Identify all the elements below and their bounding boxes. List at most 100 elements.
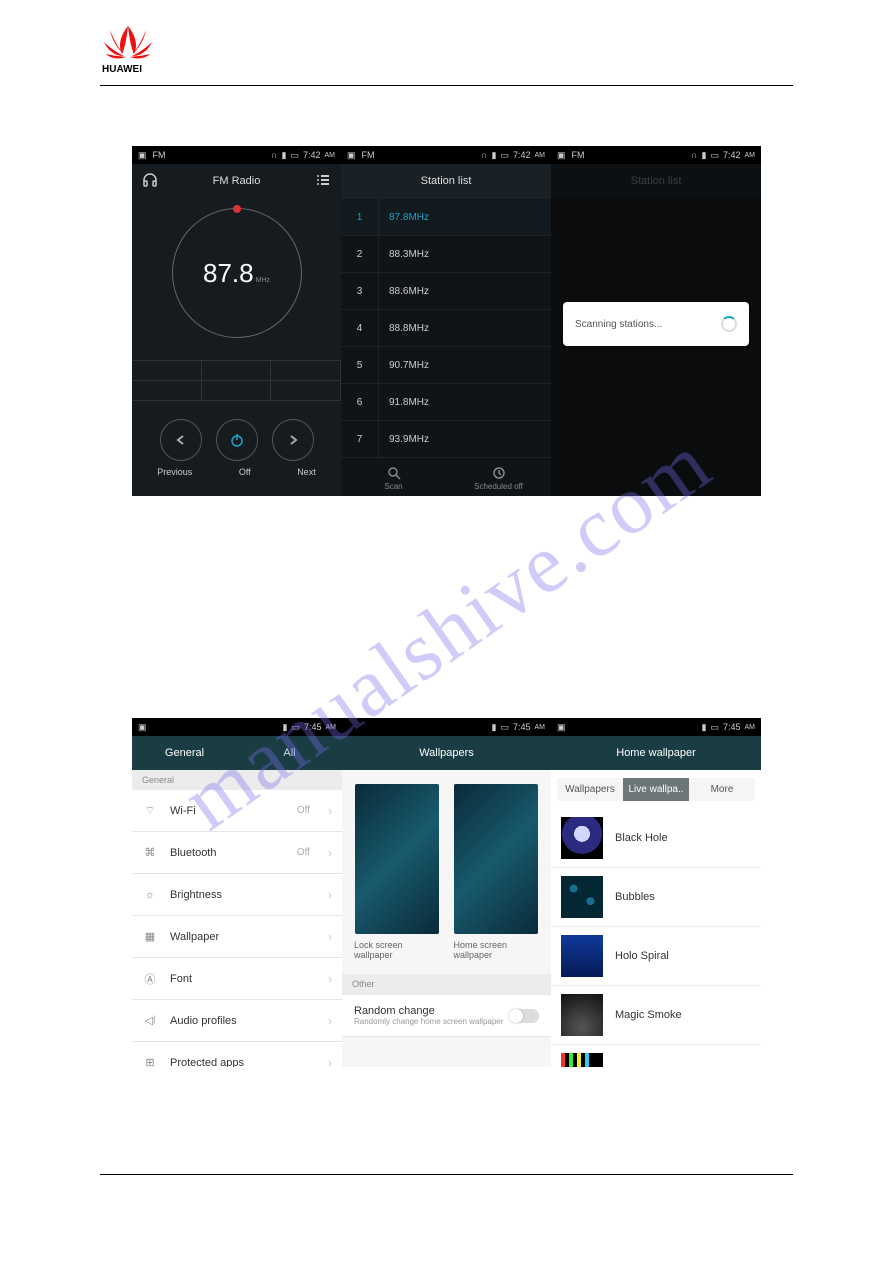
tab-general[interactable]: General [132, 736, 237, 770]
signal-icon: ▮ [492, 150, 497, 161]
spinner-icon [721, 316, 737, 332]
status-bar: ▣FM ∩▮▭7:42AM [551, 146, 761, 164]
signal-icon: ▮ [702, 722, 707, 733]
wallpaper-item-bubbles[interactable]: Bubbles [551, 868, 761, 927]
section-general: General [132, 770, 342, 790]
battery-icon: ▭ [291, 722, 300, 733]
station-row[interactable]: 488.8MHz [341, 309, 551, 346]
wallpaper-item-magic-smoke[interactable]: Magic Smoke [551, 986, 761, 1045]
bluetooth-icon: ⌘ [142, 846, 158, 859]
wallpaper-thumb [355, 784, 439, 934]
station-list-title-dim: Station list [551, 164, 761, 198]
toggle-switch[interactable] [509, 1009, 539, 1023]
station-row[interactable]: 590.7MHz [341, 346, 551, 383]
wallpaper-thumb [561, 876, 603, 918]
station-row[interactable]: 187.8MHz [341, 198, 551, 235]
scanning-message: Scanning stations... [575, 319, 662, 330]
power-button[interactable] [216, 419, 258, 461]
status-bar: ▣FM ∩▮▭7:42AM [132, 146, 341, 164]
chevron-right-icon: › [328, 888, 332, 902]
scanning-screenshot: ▣FM ∩▮▭7:42AM Station list Scanning stat… [551, 146, 761, 496]
speaker-icon: ◁⦚ [142, 1014, 158, 1028]
status-time: 7:42 [513, 150, 531, 160]
settings-screenshot: ▣ ▮▭7:45AM General All General ⌔Wi-FiOff… [132, 718, 342, 1067]
wallpaper-thumb [454, 784, 538, 934]
dial-indicator [233, 205, 241, 213]
off-label: Off [239, 467, 251, 477]
wallpaper-item-holo-spiral[interactable]: Holo Spiral [551, 927, 761, 986]
previous-label: Previous [157, 467, 192, 477]
settings-item-protected-apps[interactable]: ⊞Protected apps› [132, 1042, 342, 1067]
status-fm-label: FM [362, 150, 375, 160]
section-other: Other [342, 974, 551, 994]
settings-item-bluetooth[interactable]: ⌘BluetoothOff› [132, 832, 342, 874]
station-row[interactable]: 288.3MHz [341, 235, 551, 272]
lock-screen-wallpaper[interactable]: Lock screen wallpaper [354, 784, 440, 960]
battery-icon: ▭ [500, 722, 509, 733]
next-button[interactable] [272, 419, 314, 461]
menu-icon[interactable] [315, 172, 331, 191]
home-wallpaper-title: Home wallpaper [551, 736, 761, 770]
status-time: 7:42 [303, 150, 321, 160]
fm-dial[interactable]: 87.8MHz [172, 208, 302, 338]
status-time: 7:45 [513, 722, 531, 732]
status-bar: ▮▭ 7:45 AM [342, 718, 551, 736]
station-row[interactable]: 793.9MHz [341, 420, 551, 457]
signal-icon: ▮ [702, 150, 707, 161]
settings-item-wallpaper[interactable]: ▦Wallpaper› [132, 916, 342, 958]
brightness-icon: ☼ [142, 889, 158, 901]
home-wallpaper-screenshot: ▣ ▮▭7:45AM Home wallpaper Wallpapers Liv… [551, 718, 761, 1067]
fm-frequency: 87.8 [203, 258, 254, 288]
edit-icon: ▣ [557, 722, 566, 733]
edit-icon: ▣ [138, 722, 147, 733]
home-screen-wallpaper[interactable]: Home screen wallpaper [454, 784, 540, 960]
settings-item-brightness[interactable]: ☼Brightness› [132, 874, 342, 916]
chevron-right-icon: › [328, 1014, 332, 1028]
random-change-row[interactable]: Random change Randomly change home scree… [342, 994, 551, 1037]
signal-icon: ▮ [492, 722, 497, 733]
battery-icon: ▭ [290, 150, 299, 161]
wallpapers-screenshot: ▮▭7:45AM Wallpapers Lock screen wallpape… [342, 718, 551, 1067]
battery-icon: ▭ [710, 722, 719, 733]
chevron-right-icon: › [328, 930, 332, 944]
headphones-icon [142, 172, 158, 191]
wallpaper-item-black-hole[interactable]: Black Hole [551, 809, 761, 868]
station-row[interactable]: 691.8MHz [341, 383, 551, 420]
station-row[interactable]: 388.6MHz [341, 272, 551, 309]
status-ampm: AM [535, 724, 546, 731]
tab-wallpapers[interactable]: Wallpapers [557, 778, 623, 801]
wallpaper-thumb [561, 817, 603, 859]
headphones-icon: ∩ [691, 150, 697, 160]
scan-button[interactable]: Scan [341, 458, 446, 496]
tab-all[interactable]: All [237, 736, 342, 770]
status-ampm: AM [535, 152, 546, 159]
settings-item-font[interactable]: ⒶFont› [132, 958, 342, 1000]
apps-icon: ⊞ [142, 1056, 158, 1067]
fm-radio-screenshot: ▣FM ∩▮▭7:42AM FM Radio 87.8MHz [132, 146, 341, 496]
status-ampm: AM [326, 724, 337, 731]
header-rule [100, 85, 793, 86]
fm-title: FM Radio [213, 175, 261, 187]
status-fm-label: FM [572, 150, 585, 160]
fm-presets[interactable] [132, 360, 341, 401]
scheduled-off-button[interactable]: Scheduled off [446, 458, 551, 496]
wallpaper-thumb [561, 935, 603, 977]
headphones-icon: ∩ [481, 150, 487, 160]
chevron-right-icon: › [328, 1056, 332, 1068]
scanning-dialog: Scanning stations... [563, 302, 749, 346]
tab-live-wallpapers[interactable]: Live wallpa.. [623, 778, 689, 801]
wallpaper-item-nexus[interactable]: Nexus [551, 1045, 761, 1067]
edit-icon: ▣ [557, 150, 566, 161]
edit-icon: ▣ [138, 150, 147, 161]
font-icon: Ⓐ [142, 971, 158, 987]
previous-button[interactable] [160, 419, 202, 461]
wallpaper-icon: ▦ [142, 930, 158, 943]
chevron-right-icon: › [328, 804, 332, 818]
footer-rule [100, 1174, 793, 1175]
station-list-title: Station list [341, 164, 551, 198]
settings-item-wifi[interactable]: ⌔Wi-FiOff› [132, 790, 342, 832]
settings-item-audio-profiles[interactable]: ◁⦚Audio profiles› [132, 1000, 342, 1042]
tab-more[interactable]: More [689, 778, 755, 801]
wallpaper-thumb [561, 1053, 603, 1067]
status-ampm: AM [745, 152, 756, 159]
